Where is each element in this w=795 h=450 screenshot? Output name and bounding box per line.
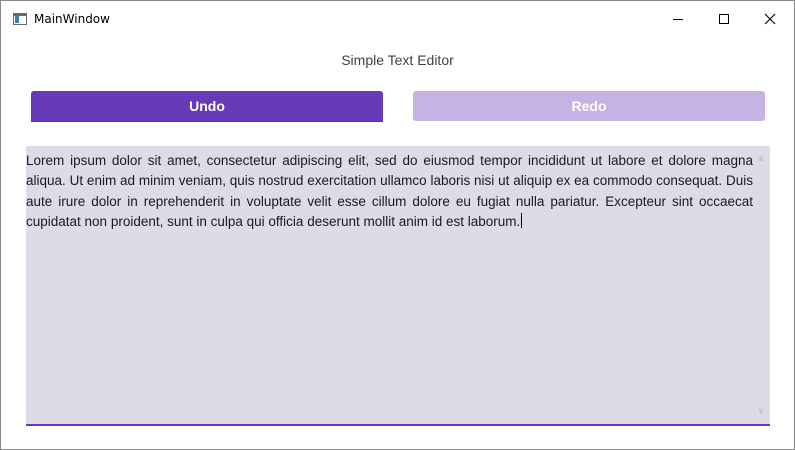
maximize-button[interactable] xyxy=(701,1,747,37)
title-bar[interactable]: MainWindow xyxy=(1,1,794,37)
minimize-icon xyxy=(673,19,683,20)
app-window-icon xyxy=(13,13,27,25)
editor-content[interactable]: Lorem ipsum dolor sit amet, consectetur … xyxy=(26,151,753,233)
page-title: Simple Text Editor xyxy=(341,52,454,68)
main-window: MainWindow Simple Text Editor Undo Redo … xyxy=(0,0,795,450)
close-button[interactable] xyxy=(747,1,793,37)
minimize-button[interactable] xyxy=(655,1,701,37)
text-caret xyxy=(521,213,523,229)
undo-button[interactable]: Undo xyxy=(31,91,383,121)
window-title: MainWindow xyxy=(34,12,110,26)
close-icon xyxy=(764,13,776,25)
maximize-icon xyxy=(719,14,729,24)
text-editor[interactable]: Lorem ipsum dolor sit amet, consectetur … xyxy=(26,146,770,426)
redo-button[interactable]: Redo xyxy=(413,91,765,121)
editor-text: Lorem ipsum dolor sit amet, consectetur … xyxy=(26,153,753,230)
scroll-down-arrow-icon[interactable]: ▼ xyxy=(757,408,765,416)
scroll-up-arrow-icon[interactable]: ▲ xyxy=(757,154,765,162)
